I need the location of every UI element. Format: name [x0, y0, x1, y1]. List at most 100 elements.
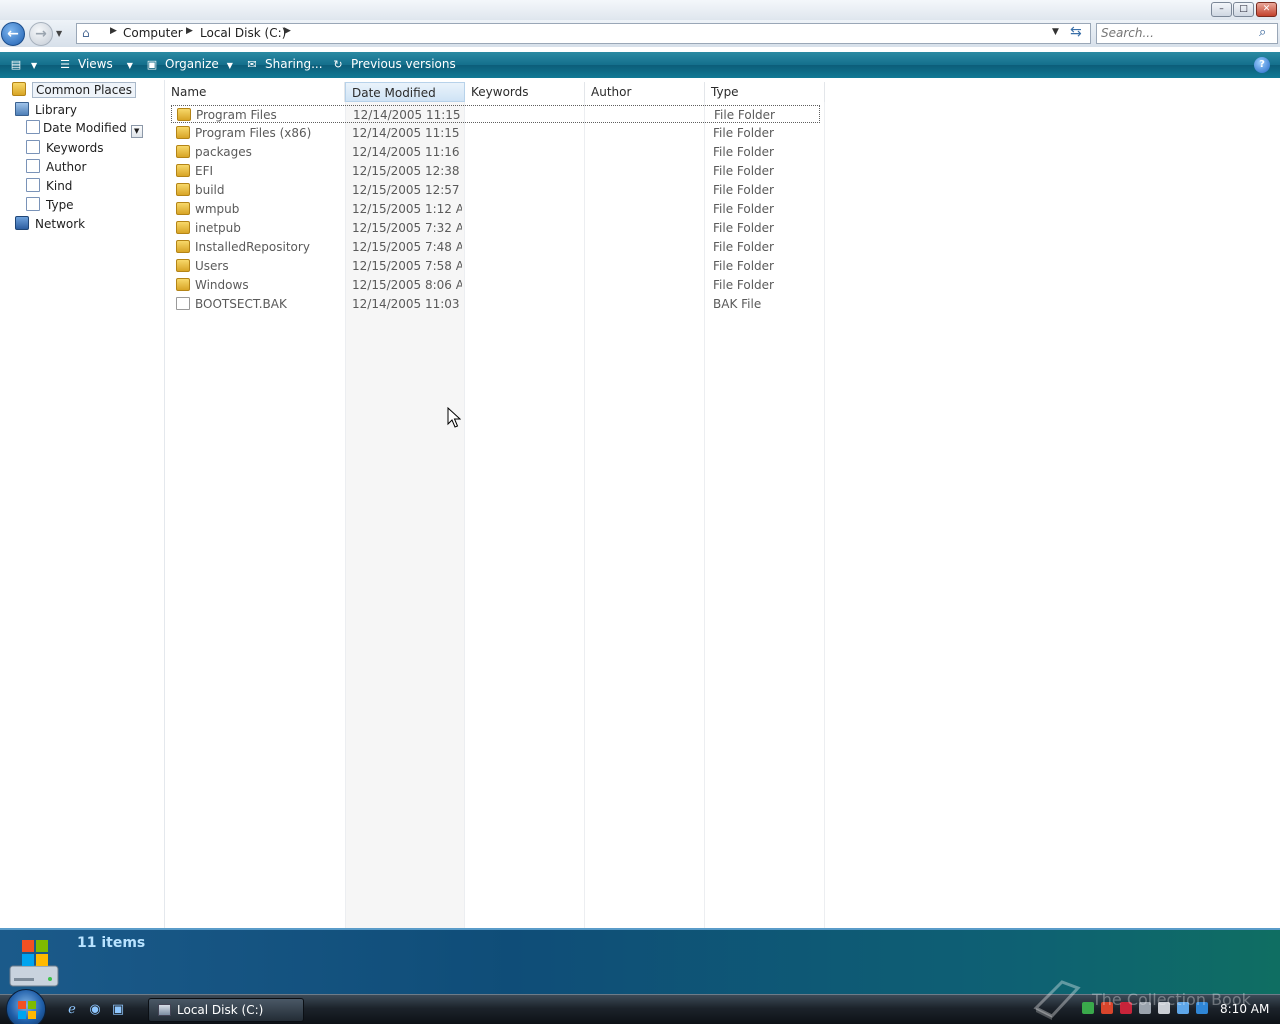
taskbar-button-local-disk[interactable]: Local Disk (C:): [148, 998, 304, 1022]
views-button[interactable]: ☰ Views ▼: [58, 57, 133, 73]
help-icon[interactable]: ?: [1254, 57, 1270, 73]
previous-versions-button[interactable]: ↻ Previous versions: [331, 57, 455, 73]
previous-versions-icon: ↻: [333, 58, 343, 71]
file-row[interactable]: Program Files 12/14/2005 11:15 ... File Fo…: [171, 105, 820, 123]
back-button[interactable]: ←: [1, 22, 25, 46]
search-input[interactable]: [1101, 26, 1251, 40]
column-header-keywords[interactable]: Keywords: [465, 82, 585, 102]
views-label: Views: [78, 57, 113, 71]
show-desktop-icon[interactable]: ▣: [110, 1002, 126, 1018]
forward-button[interactable]: →: [29, 22, 53, 46]
pane-splitter[interactable]: [164, 80, 165, 928]
mouse-cursor-icon: [447, 407, 461, 428]
file-type: File Folder: [713, 278, 774, 292]
file-row[interactable]: Program Files (x86) 12/14/2005 11:15 ... F…: [171, 124, 820, 142]
file-name: Program Files: [196, 108, 277, 122]
address-bar[interactable]: ⌂ ▶ Computer ▶ Local Disk (C:) ▶ ▼ ⇆: [76, 23, 1091, 44]
chevron-down-icon[interactable]: ▼: [130, 125, 143, 138]
nav-item-author[interactable]: Author: [26, 159, 86, 176]
taskbar: ℯ ◉ ▣ Local Disk (C:) 8:10 AM: [0, 989, 1280, 1024]
nav-item-kind[interactable]: Kind: [26, 178, 72, 195]
search-box[interactable]: ⌕: [1096, 23, 1278, 44]
breadcrumb-separator-icon[interactable]: ▶: [110, 26, 117, 36]
folder-icon: [176, 126, 190, 139]
file-type: File Folder: [713, 126, 774, 140]
file-name-cell: Program Files: [177, 106, 347, 124]
folder-icon: [176, 145, 190, 158]
file-row[interactable]: wmpub 12/15/2005 1:12 AM File Folder: [171, 200, 820, 218]
media-player-icon[interactable]: ◉: [87, 1002, 103, 1018]
breadcrumb-separator-icon[interactable]: ▶: [186, 26, 193, 36]
maximize-button[interactable]: □: [1233, 2, 1254, 17]
file-row[interactable]: Windows 12/15/2005 8:06 AM File Folder: [171, 276, 820, 294]
nav-item-common-places[interactable]: Common Places: [12, 82, 137, 99]
close-button[interactable]: ✕: [1256, 2, 1277, 17]
breadcrumb-local-disk[interactable]: Local Disk (C:): [200, 26, 286, 40]
file-date-modified: 12/14/2005 11:15 ...: [352, 126, 462, 140]
layout-icon: ▤: [10, 58, 22, 71]
file-row[interactable]: inetpub 12/15/2005 7:32 AM File Folder: [171, 219, 820, 237]
file-name-cell: Users: [176, 257, 346, 275]
breadcrumb-computer[interactable]: Computer: [123, 26, 183, 40]
layout-button[interactable]: ▤ ▼: [9, 57, 37, 73]
file-row[interactable]: packages 12/14/2005 11:16 ... File Folder: [171, 143, 820, 161]
nav-item-date-modified[interactable]: Date Modified ▼: [26, 120, 143, 138]
sharing-button[interactable]: ✉ Sharing...: [245, 57, 322, 73]
sync-icon[interactable]: [1082, 1002, 1094, 1014]
shield-icon[interactable]: [1120, 1002, 1132, 1014]
command-bar: ▤ ▼ ☰ Views ▼ ▣ Organize ▼ ✉ Sharing... ↻ Previ…: [0, 52, 1280, 78]
nav-item-label: Library: [35, 103, 77, 117]
nav-item-label: Common Places: [32, 82, 137, 98]
file-name-cell: wmpub: [176, 200, 346, 218]
nav-item-network[interactable]: Network: [15, 216, 85, 233]
file-name: inetpub: [195, 221, 241, 235]
file-type: File Folder: [713, 221, 774, 235]
file-name-cell: InstalledRepository: [176, 238, 346, 256]
device-icon[interactable]: [1139, 1002, 1151, 1014]
refresh-icon[interactable]: ⇆: [1070, 24, 1082, 40]
nav-item-keywords[interactable]: Keywords: [26, 140, 104, 157]
folder-icon: [176, 183, 190, 196]
library-icon: [15, 102, 29, 116]
file-name-cell: Windows: [176, 276, 346, 294]
update-icon[interactable]: [1177, 1002, 1189, 1014]
breadcrumb-separator-icon[interactable]: ▶: [284, 26, 291, 36]
nav-item-label: Network: [35, 217, 86, 231]
folder-icon: [176, 202, 190, 215]
security-icon[interactable]: [1101, 1002, 1113, 1014]
minimize-button[interactable]: –: [1211, 2, 1232, 17]
file-name: Users: [195, 259, 229, 273]
nav-item-label: Author: [46, 160, 87, 174]
file-name: build: [195, 183, 225, 197]
drive-icon: [9, 940, 59, 987]
file-row[interactable]: InstalledRepository 12/15/2005 7:48 AM Fil…: [171, 238, 820, 256]
file-row[interactable]: build 12/15/2005 12:57 ... File Folder: [171, 181, 820, 199]
organize-button[interactable]: ▣ Organize ▼: [145, 57, 233, 73]
recent-pages-dropdown-icon[interactable]: ▼: [56, 29, 62, 38]
file-name-cell: inetpub: [176, 219, 346, 237]
column-header-name[interactable]: Name: [165, 82, 345, 102]
volume-icon[interactable]: [1158, 1002, 1170, 1014]
column-header-author[interactable]: Author: [585, 82, 705, 102]
nav-item-library[interactable]: Library: [15, 102, 77, 119]
clock[interactable]: 8:10 AM: [1220, 1002, 1269, 1016]
search-icon[interactable]: ⌕: [1259, 25, 1266, 40]
column-header-type[interactable]: Type: [705, 82, 825, 102]
file-name-cell: EFI: [176, 162, 346, 180]
file-date-modified: 12/15/2005 12:57 ...: [352, 183, 462, 197]
file-row[interactable]: EFI 12/15/2005 12:38 ... File Folder: [171, 162, 820, 180]
folder-icon: [176, 221, 190, 234]
start-button[interactable]: [6, 989, 46, 1024]
file-row[interactable]: Users 12/15/2005 7:58 AM File Folder: [171, 257, 820, 275]
network-tray-icon[interactable]: [1196, 1002, 1208, 1014]
sharing-icon: ✉: [247, 58, 257, 71]
nav-item-type[interactable]: Type: [26, 197, 74, 214]
network-icon: [15, 216, 29, 230]
file-row[interactable]: BOOTSECT.BAK 12/14/2005 11:03 ... BAK File: [171, 295, 820, 313]
internet-explorer-icon[interactable]: ℯ: [64, 1002, 80, 1018]
address-history-dropdown-icon[interactable]: ▼: [1052, 27, 1059, 37]
nav-item-label: Type: [46, 198, 74, 212]
file-name: packages: [195, 145, 252, 159]
column-header-date-modified[interactable]: Date Modified: [345, 82, 465, 102]
computer-icon: ⌂: [82, 26, 90, 40]
